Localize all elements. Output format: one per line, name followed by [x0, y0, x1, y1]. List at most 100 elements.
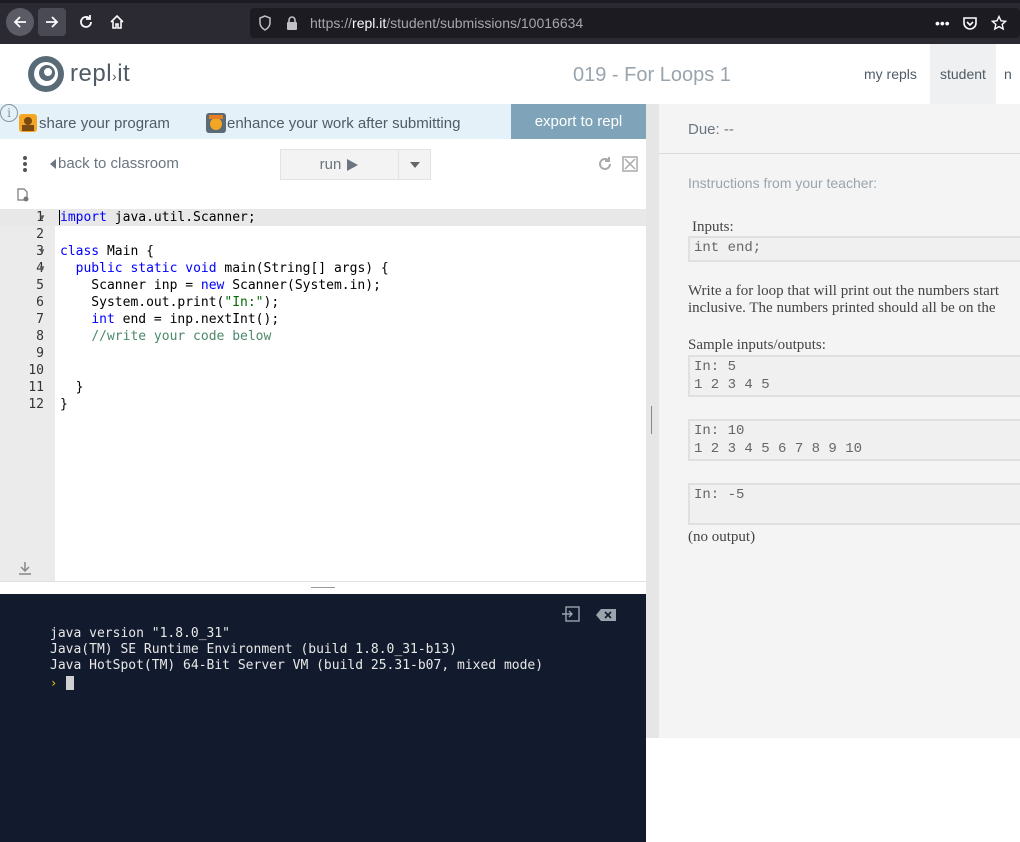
code-editor[interactable]: 1 2 3 4 5 6 7 8 9 10 11 12 ▼ ▼ ▼ import java.util.S…: [0, 209, 646, 581]
line-number: 12: [28, 397, 44, 412]
run-options-dropdown[interactable]: [399, 150, 430, 179]
panel-splitter-handle[interactable]: [651, 406, 652, 434]
console-line: java version "1.8.0_31": [50, 626, 231, 641]
menu-kebab-icon[interactable]: [22, 155, 28, 178]
address-bar[interactable]: https://repl.it/student/submissions/1001…: [250, 8, 1020, 38]
page-title: 019 - For Loops 1: [573, 64, 731, 86]
console-panel[interactable]: java version "1.8.0_31" Java(TM) SE Runti…: [0, 594, 646, 842]
line-number: 10: [28, 363, 44, 378]
back-button[interactable]: [6, 8, 34, 36]
run-control: run: [280, 149, 431, 180]
run-button[interactable]: run: [281, 150, 399, 179]
shield-icon[interactable]: [258, 15, 272, 36]
url-prefix: https://: [310, 15, 353, 31]
share-emoji-icon: [19, 114, 37, 132]
logo-text: repl›it: [70, 60, 131, 87]
splitter-handle[interactable]: [311, 587, 335, 588]
clear-console-icon[interactable]: [596, 608, 616, 626]
enhance-work-button[interactable]: enhance your work after submitting: [205, 112, 460, 134]
instructions-heading: Instructions from your teacher:: [688, 175, 878, 191]
code-line[interactable]: import java.util.Scanner;: [60, 209, 256, 226]
chevron-down-icon: [409, 161, 420, 168]
browser-toolbar: https://repl.it/student/submissions/1001…: [0, 0, 1020, 44]
replit-logo[interactable]: repl›it: [26, 54, 130, 94]
editor-console-splitter[interactable]: [0, 581, 646, 594]
back-to-classroom-link[interactable]: back to classroom: [48, 155, 179, 172]
reset-icon[interactable]: [597, 156, 613, 177]
sample-io-block: In: -5: [688, 483, 1020, 525]
url-text[interactable]: https://repl.it/student/submissions/1001…: [310, 15, 583, 31]
arrow-left-icon: [13, 16, 26, 28]
line-number: 5: [36, 278, 44, 293]
info-icon[interactable]: i: [0, 104, 18, 122]
logo-word: repl: [70, 60, 113, 87]
replit-swirl-icon: [28, 56, 64, 92]
paragraph-line: Write a for loop that will print out the…: [688, 283, 999, 299]
code-line[interactable]: //write your code below: [60, 328, 271, 345]
home-button[interactable]: [103, 8, 131, 36]
editor-panel: share your program enhance your work aft…: [0, 104, 646, 842]
reload-button[interactable]: [72, 8, 100, 36]
sample-io-label: Sample inputs/outputs:: [688, 337, 826, 353]
due-date: Due: --: [688, 121, 734, 138]
inputs-label: Inputs:: [692, 219, 734, 235]
pocket-icon[interactable]: [962, 15, 978, 36]
sample-io-block: In: 10 1 2 3 4 5 6 7 8 9 10: [688, 419, 1020, 461]
fold-arrow-icon[interactable]: ▼: [38, 243, 46, 260]
browser-tabstrip: [0, 0, 1020, 3]
code-line[interactable]: class Main {: [60, 243, 154, 260]
code-line[interactable]: }: [60, 396, 68, 413]
fold-arrow-icon[interactable]: ▼: [38, 260, 46, 277]
back-label: back to classroom: [58, 155, 179, 172]
divider: [659, 153, 1020, 154]
nav-student[interactable]: student: [930, 44, 996, 104]
line-number: 2: [36, 227, 44, 242]
instructions-paragraph: Write a for loop that will print out the…: [688, 283, 999, 317]
url-path: /student/submissions/10016634: [386, 15, 584, 31]
line-number: 7: [36, 312, 44, 327]
inputs-code-block: int end;: [688, 236, 1020, 262]
console-cursor: [66, 676, 74, 690]
share-program-button[interactable]: share your program: [17, 112, 170, 134]
console-exit-icon[interactable]: [562, 606, 580, 627]
paragraph-line: inclusive. The numbers printed should al…: [688, 300, 996, 316]
share-label: share your program: [39, 114, 170, 132]
sample-io-block: In: 5 1 2 3 4 5: [688, 355, 1020, 397]
code-line[interactable]: int end = inp.nextInt();: [60, 311, 279, 328]
download-icon[interactable]: [18, 561, 32, 580]
enhance-label: enhance your work after submitting: [227, 114, 461, 132]
line-number: 11: [28, 380, 44, 395]
console-line: Java(TM) SE Runtime Environment (build 1…: [50, 642, 457, 657]
code-line[interactable]: }: [60, 379, 84, 396]
reload-icon: [80, 15, 92, 28]
line-number: 8: [36, 329, 44, 344]
fullscreen-icon[interactable]: [622, 156, 638, 177]
lock-icon[interactable]: [286, 15, 298, 36]
page-actions-button[interactable]: •••: [935, 15, 950, 31]
nav-my-repls[interactable]: my repls: [854, 44, 927, 104]
nav-more[interactable]: n: [1000, 44, 1016, 104]
url-host: repl.it: [352, 15, 387, 31]
console-line: Java HotSpot(TM) 64-Bit Server VM (build…: [50, 658, 544, 673]
export-to-repl-button[interactable]: export to repl: [511, 104, 646, 139]
line-number: 9: [36, 346, 44, 361]
app-header: repl›it 019 - For Loops 1 my repls stude…: [0, 44, 1020, 104]
home-icon: [110, 14, 124, 29]
enhance-emoji-icon: [206, 113, 226, 133]
play-icon: [347, 158, 359, 171]
code-line[interactable]: public static void main(String[] args) {: [60, 260, 389, 277]
workspace-toolbar: share your program enhance your work aft…: [0, 104, 646, 139]
panel-splitter[interactable]: [646, 104, 659, 738]
no-output-note: (no output): [688, 529, 756, 545]
forward-button[interactable]: [38, 8, 66, 36]
console-prompt: ›: [50, 676, 58, 690]
code-line[interactable]: System.out.print("In:");: [60, 294, 279, 311]
add-file-icon[interactable]: [16, 188, 30, 207]
caret-left-icon: [50, 158, 56, 169]
fold-arrow-icon[interactable]: ▼: [38, 209, 46, 226]
code-line[interactable]: Scanner inp = new Scanner(System.in);: [60, 277, 381, 294]
editor-toolbar: back to classroom run: [0, 139, 646, 189]
run-label: run: [319, 156, 342, 173]
star-icon[interactable]: [990, 14, 1008, 36]
logo-suffix: it: [117, 60, 131, 87]
